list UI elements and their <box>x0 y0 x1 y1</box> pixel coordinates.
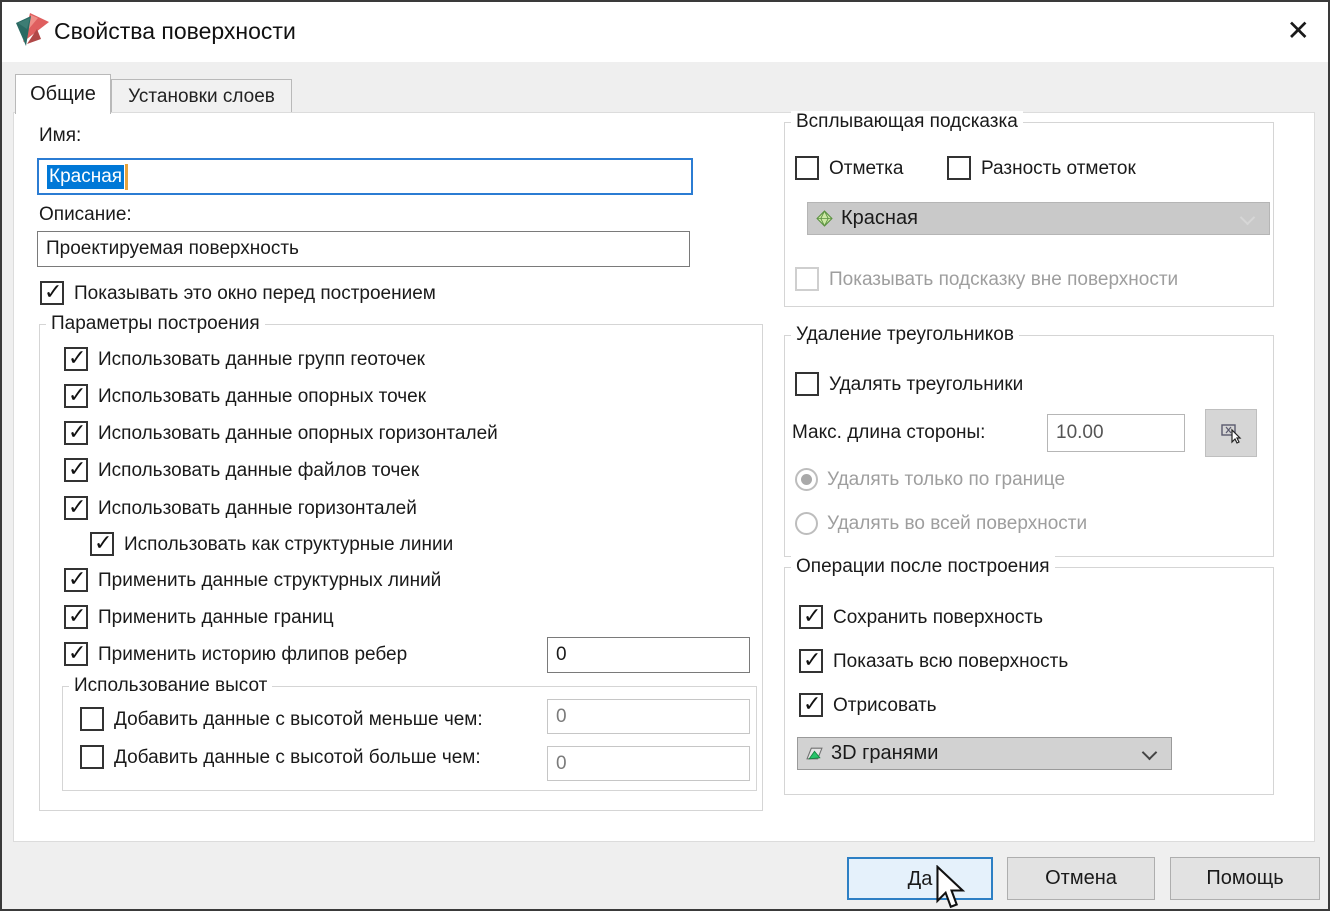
pick-cursor-icon <box>1219 421 1243 445</box>
add-above-height-checkbox[interactable] <box>80 745 104 769</box>
max-side-input[interactable]: 10.00 <box>1047 414 1185 452</box>
boundary-only-label: Удалять только по границе <box>827 469 1065 491</box>
save-surface-label: Сохранить поверхность <box>833 607 1043 629</box>
use-control-contours-checkbox[interactable]: ✓ <box>64 421 88 445</box>
show-all-surface-checkbox[interactable]: ✓ <box>799 649 823 673</box>
use-as-breaklines-checkbox[interactable]: ✓ <box>90 532 114 556</box>
group-post-build-title: Операции после построения <box>791 556 1055 578</box>
apply-breaklines-checkbox[interactable]: ✓ <box>64 568 88 592</box>
draw-mode-select[interactable]: 3D гранями <box>797 737 1172 770</box>
use-contours-label: Использовать данные горизонталей <box>98 498 417 520</box>
tooltip-surface-value: Красная <box>841 207 918 230</box>
show-dialog-checkbox[interactable]: ✓ <box>40 281 64 305</box>
pick-in-drawing-button[interactable] <box>1205 409 1257 457</box>
check-icon: ✓ <box>68 566 86 592</box>
help-button[interactable]: Помощь <box>1170 857 1320 900</box>
draw-mode-value: 3D гранями <box>831 742 938 765</box>
chevron-down-icon <box>1142 745 1158 761</box>
name-input[interactable]: Красная <box>37 158 693 195</box>
check-icon: ✓ <box>68 603 86 629</box>
group-heights-title: Использование высот <box>69 675 272 697</box>
tab-layer-settings[interactable]: Установки слоев <box>111 79 292 113</box>
mouse-cursor <box>936 865 970 911</box>
flip-count-input[interactable]: 0 <box>547 637 750 673</box>
max-side-label: Макс. длина стороны: <box>792 422 985 444</box>
tooltip-outside-checkbox <box>795 267 819 291</box>
remove-triangles-checkbox[interactable] <box>795 372 819 396</box>
whole-surface-radio <box>795 512 818 535</box>
chevron-down-icon <box>1240 210 1256 226</box>
add-below-height-label: Добавить данные с высотой меньше чем: <box>114 709 483 731</box>
group-build-params-title: Параметры построения <box>46 313 265 335</box>
name-input-selected-text: Красная <box>47 165 124 189</box>
apply-boundaries-label: Применить данные границ <box>98 607 334 629</box>
tooltip-surface-select[interactable]: Красная <box>807 202 1270 235</box>
description-input[interactable]: Проектируемая поверхность <box>37 231 690 267</box>
save-surface-checkbox[interactable]: ✓ <box>799 605 823 629</box>
tab-general[interactable]: Общие <box>15 74 111 114</box>
show-dialog-label: Показывать это окно перед построением <box>74 283 436 305</box>
add-below-height-checkbox[interactable] <box>80 707 104 731</box>
apply-flip-history-checkbox[interactable]: ✓ <box>64 642 88 666</box>
tooltip-outside-label: Показывать подсказку вне поверхности <box>829 269 1178 291</box>
apply-breaklines-label: Применить данные структурных линий <box>98 570 441 592</box>
dialog-title: Свойства поверхности <box>54 18 296 45</box>
title-bar: Свойства поверхности ✕ <box>2 2 1328 62</box>
add-above-height-label: Добавить данные с высотой больше чем: <box>114 747 481 769</box>
use-contours-checkbox[interactable]: ✓ <box>64 496 88 520</box>
use-control-points-checkbox[interactable]: ✓ <box>64 384 88 408</box>
use-as-breaklines-label: Использовать как структурные линии <box>124 534 453 556</box>
check-icon: ✓ <box>68 640 86 666</box>
use-point-files-label: Использовать данные файлов точек <box>98 460 419 482</box>
boundary-only-radio <box>795 468 818 491</box>
group-triangle-removal-title: Удаление треугольников <box>791 324 1019 346</box>
surface-properties-dialog: Свойства поверхности ✕ Общие Установки с… <box>0 0 1330 911</box>
below-height-input[interactable]: 0 <box>547 699 750 734</box>
draw-checkbox[interactable]: ✓ <box>799 693 823 717</box>
apply-flip-history-label: Применить историю флипов ребер <box>98 644 407 666</box>
close-icon[interactable]: ✕ <box>1287 14 1310 48</box>
check-icon: ✓ <box>803 691 821 717</box>
surface-icon <box>816 210 833 227</box>
cancel-button[interactable]: Отмена <box>1007 857 1155 900</box>
check-icon: ✓ <box>68 382 86 408</box>
check-icon: ✓ <box>68 345 86 371</box>
check-icon: ✓ <box>44 279 62 305</box>
elevation-diff-checkbox[interactable] <box>947 156 971 180</box>
use-control-points-label: Использовать данные опорных точек <box>98 386 426 408</box>
app-logo-icon <box>14 11 52 53</box>
check-icon: ✓ <box>68 494 86 520</box>
check-icon: ✓ <box>803 647 821 673</box>
draw-label: Отрисовать <box>833 695 937 717</box>
ok-button[interactable]: Да <box>847 857 993 900</box>
whole-surface-label: Удалять во всей поверхности <box>827 513 1087 535</box>
elevation-label: Отметка <box>829 158 903 180</box>
check-icon: ✓ <box>94 530 112 556</box>
apply-boundaries-checkbox[interactable]: ✓ <box>64 605 88 629</box>
text-caret <box>125 164 128 190</box>
name-label: Имя: <box>39 125 81 147</box>
use-control-contours-label: Использовать данные опорных горизонталей <box>98 423 498 445</box>
group-tooltip-title: Всплывающая подсказка <box>791 111 1023 133</box>
use-point-groups-checkbox[interactable]: ✓ <box>64 347 88 371</box>
elevation-checkbox[interactable] <box>795 156 819 180</box>
check-icon: ✓ <box>68 456 86 482</box>
use-point-files-checkbox[interactable]: ✓ <box>64 458 88 482</box>
above-height-input[interactable]: 0 <box>547 746 750 781</box>
3d-face-icon <box>806 746 823 761</box>
remove-triangles-label: Удалять треугольники <box>829 374 1023 396</box>
description-label: Описание: <box>39 204 132 226</box>
show-all-surface-label: Показать всю поверхность <box>833 651 1068 673</box>
elevation-diff-label: Разность отметок <box>981 158 1136 180</box>
use-point-groups-label: Использовать данные групп геоточек <box>98 349 425 371</box>
check-icon: ✓ <box>803 603 821 629</box>
check-icon: ✓ <box>68 419 86 445</box>
